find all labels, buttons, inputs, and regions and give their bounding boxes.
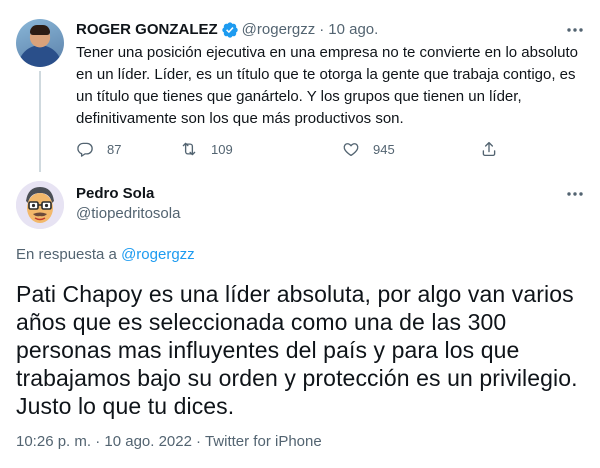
tweet-meta: 10:26 p. m. · 10 ago. 2022 · Twitter for i…: [16, 432, 322, 452]
tweet-timestamp[interactable]: 10:26 p. m. · 10 ago. 2022: [16, 433, 192, 450]
more-icon[interactable]: [564, 20, 586, 40]
share-button[interactable]: [480, 139, 498, 159]
reply-prefix: En respuesta a: [16, 246, 117, 263]
reply-icon: [77, 142, 93, 157]
author-handle[interactable]: @rogergzz: [242, 20, 316, 40]
tweet-actions: 87 109 945: [76, 139, 506, 159]
tweet-text: Pati Chapoy es una líder absoluta, por a…: [16, 281, 578, 419]
share-icon: [482, 141, 496, 157]
thread-line: [39, 71, 41, 172]
cartoon-face-avatar-icon: [16, 181, 64, 229]
verified-badge-icon: [221, 22, 238, 38]
avatar[interactable]: [16, 181, 64, 229]
retweet-count: 109: [211, 141, 233, 157]
reply-context: En respuesta a @rogergzz: [16, 245, 195, 265]
tweet-source[interactable]: Twitter for iPhone: [205, 433, 322, 450]
like-count: 945: [373, 141, 395, 157]
like-icon: [343, 143, 359, 157]
reply-count: 87: [107, 141, 122, 157]
reply-handle-link[interactable]: @rogergzz: [121, 246, 195, 263]
author-name[interactable]: ROGER GONZALEZ: [76, 20, 218, 40]
separator: ·: [319, 21, 325, 38]
avatar[interactable]: [16, 19, 64, 67]
reply-button[interactable]: 87: [76, 139, 121, 159]
author-name[interactable]: Pedro Sola: [76, 184, 154, 204]
retweet-button[interactable]: 109: [180, 139, 233, 159]
separator: ·: [195, 433, 201, 450]
retweet-icon: [182, 142, 196, 156]
author-handle[interactable]: @tiopedritosola: [76, 204, 180, 224]
like-button[interactable]: 945: [342, 139, 395, 159]
tweet-time[interactable]: 10 ago.: [328, 20, 378, 40]
tweet-text: Tener una posición ejecutiva en una empr…: [76, 44, 578, 127]
parent-tweet[interactable]: ROGER GONZALEZ @rogergzz · 10 ago. Tener…: [0, 0, 600, 172]
more-icon[interactable]: [564, 184, 586, 204]
tweet-header: ROGER GONZALEZ @rogergzz · 10 ago.: [76, 20, 378, 40]
